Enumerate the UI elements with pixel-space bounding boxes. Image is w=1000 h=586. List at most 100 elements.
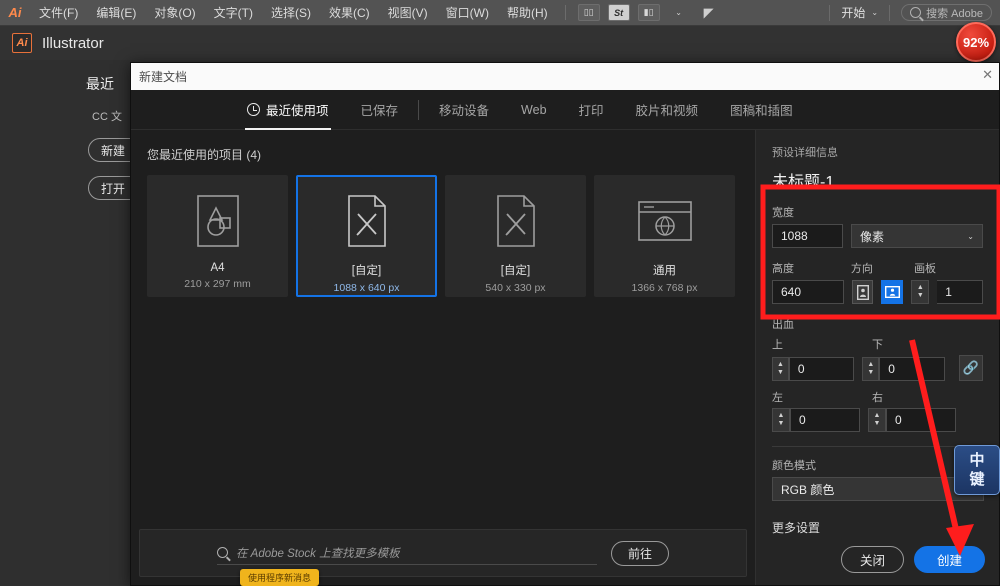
artboards-input[interactable]: 1 [937,280,983,304]
more-settings-button[interactable]: 更多设置 [772,519,983,536]
menu-item-edit[interactable]: 编辑(E) [87,0,145,26]
tab-mobile[interactable]: 移动设备 [423,90,505,130]
chevron-down-icon[interactable]: ⌄ [668,4,690,21]
ime-line-1: 中 [969,451,984,470]
bleed-top-input[interactable]: 0 [789,357,855,381]
template-card-custom-540[interactable]: [自定] 540 x 330 px [445,175,586,297]
tab-print[interactable]: 打印 [563,90,620,130]
start-label: 开始 [841,4,865,21]
stock-search-input[interactable]: 在 Adobe Stock 上查找更多模板 [217,541,597,565]
template-card-custom-1088[interactable]: [自定] 1088 x 640 px [296,175,437,297]
menubar-divider-right [829,5,830,21]
chevron-down-icon: ⌄ [967,232,974,241]
stock-search-placeholder: 在 Adobe Stock 上查找更多模板 [236,545,400,561]
height-label: 高度 [772,260,843,276]
create-button[interactable]: 创建 [914,546,985,573]
menu-item-view[interactable]: 视图(V) [379,0,437,26]
stepper-down-icon: ▼ [777,369,784,377]
bleed-top-stepper[interactable]: ▲▼ [772,357,789,381]
search-adobe-input[interactable]: 搜索 Adobe [901,4,992,21]
menu-divider [565,5,566,20]
adobe-stock-search-bar: 在 Adobe Stock 上查找更多模板 前往 使用程序新消息 [139,529,747,577]
custom-document-icon [337,192,397,250]
bleed-left-input[interactable]: 0 [790,408,860,432]
workspace-switcher-icon[interactable]: ▮▯ [638,4,660,21]
tab-saved[interactable]: 已保存 [345,90,415,130]
bleed-label: 出血 [772,316,983,332]
stepper-up-icon: ▲ [867,361,874,369]
height-orientation-artboards-row: 640 [772,280,983,304]
arrange-documents-icon[interactable]: ▯▯ [578,4,600,21]
color-mode-value: RGB 颜色 [781,481,834,498]
stepper-up-icon: ▲ [778,412,785,420]
height-input[interactable]: 640 [772,280,844,304]
bleed-bottom-input[interactable]: 0 [879,357,945,381]
search-icon [217,547,228,558]
sidebar-item-cc-files[interactable]: CC 文 [0,94,135,124]
width-row: 1088 像素 ⌄ [772,224,983,248]
tab-print-label: 打印 [579,100,604,119]
landscape-icon[interactable] [881,280,903,304]
template-card-name: [自定] [501,262,530,278]
bleed-right-stepper[interactable]: ▲▼ [868,408,886,432]
link-bleed-icon[interactable]: 🔗 [959,355,983,381]
search-placeholder: 搜索 Adobe [926,5,983,21]
document-name-field[interactable]: 未标题-1 [772,168,983,192]
start-button[interactable]: 开始 ⌄ [835,4,884,21]
bleed-left-stepper[interactable]: ▲▼ [772,408,790,432]
close-icon[interactable]: ✕ [982,67,993,83]
stepper-up-icon: ▲ [777,361,784,369]
template-card-dimensions: 210 x 297 mm [184,278,251,290]
template-card-a4[interactable]: A4 210 x 297 mm [147,175,288,297]
app-title: Illustrator [42,35,104,52]
new-document-dialog: 新建文档 ✕ 最近使用项 已保存 移动设备 Web [130,62,1000,586]
unit-value: 像素 [860,228,884,245]
tab-film-video[interactable]: 胶片和视频 [620,90,715,130]
home-sidebar: 最近 CC 文 新建 打开 [0,60,135,586]
stock-go-button[interactable]: 前往 [611,541,669,566]
stepper-down-icon: ▼ [917,292,924,300]
tab-art-illustration[interactable]: 图稿和插图 [714,90,809,130]
chevron-down-icon: ⌄ [871,8,878,17]
bleed-right-input[interactable]: 0 [886,408,956,432]
artboards-stepper[interactable]: ▲ ▼ [911,280,929,304]
unit-select[interactable]: 像素 ⌄ [851,224,983,248]
menu-item-select[interactable]: 选择(S) [262,0,320,26]
menu-item-effect[interactable]: 效果(C) [320,0,379,26]
menu-item-object[interactable]: 对象(O) [145,0,204,26]
menu-item-help[interactable]: 帮助(H) [498,0,557,26]
recent-heading: 您最近使用的项目 (4) [131,130,755,163]
template-card-general[interactable]: 通用 1366 x 768 px [594,175,735,297]
template-card-list: A4 210 x 297 mm [131,163,755,297]
color-mode-select[interactable]: RGB 颜色 ⌄ [772,477,984,501]
illustrator-window: Ai 文件(F) 编辑(E) 对象(O) 文字(T) 选择(S) 效果(C) 视… [0,0,1000,586]
dialog-title: 新建文档 [139,68,187,85]
dialog-footer: 关闭 创建 [841,546,985,573]
ai-logo-icon: Ai [0,0,30,26]
artboard-page-icon [188,192,248,250]
menu-item-type[interactable]: 文字(T) [205,0,262,26]
progress-badge: 92% [956,22,996,62]
stepper-down-icon: ▼ [874,420,881,428]
tab-mobile-label: 移动设备 [439,100,489,119]
adobe-send-icon[interactable]: ◤ [698,4,720,21]
search-icon [910,7,921,18]
close-button[interactable]: 关闭 [841,546,904,573]
stepper-down-icon: ▼ [867,369,874,377]
tab-web[interactable]: Web [505,90,562,130]
stepper-up-icon: ▲ [874,412,881,420]
tab-recent[interactable]: 最近使用项 [231,90,345,130]
stock-st-icon[interactable]: St [608,4,630,21]
width-input[interactable]: 1088 [772,224,843,248]
orientation-label: 方向 [851,260,906,276]
bleed-bottom-stepper[interactable]: ▲▼ [862,357,879,381]
tab-saved-label: 已保存 [361,100,399,119]
sidebar-item-recent[interactable]: 最近 [0,60,135,94]
preset-details-label: 预设详细信息 [772,144,983,160]
portrait-icon[interactable] [852,280,874,304]
dialog-body: 最近使用项 已保存 移动设备 Web 打印 胶片和视频 [131,90,999,585]
ime-indicator[interactable]: 中 键 [954,445,1000,495]
bleed-left-right-labels: 左 右 [772,389,983,405]
menu-item-file[interactable]: 文件(F) [30,0,87,26]
menu-item-window[interactable]: 窗口(W) [437,0,498,26]
